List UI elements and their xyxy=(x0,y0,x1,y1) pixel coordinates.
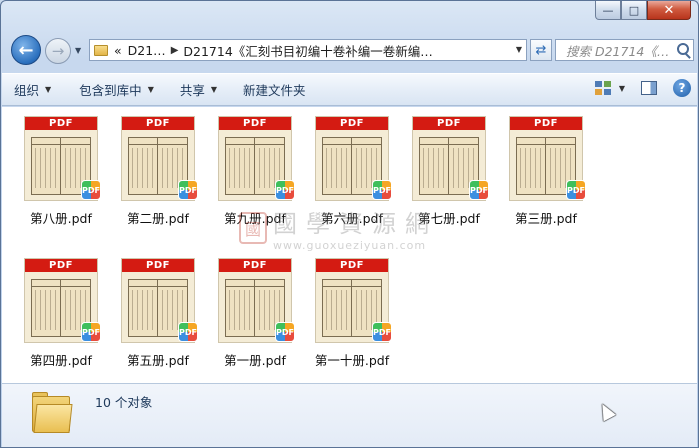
forward-button[interactable]: → xyxy=(45,38,71,64)
search-input[interactable]: 搜索 D21714《… xyxy=(555,39,694,61)
share-label: 共享 xyxy=(179,83,205,98)
file-name: 第三册.pdf xyxy=(515,211,577,226)
pdf-app-icon: PDF xyxy=(178,322,198,342)
file-item[interactable]: PDF PDF 第二册.pdf xyxy=(116,113,200,233)
file-item[interactable]: PDF PDF 第八册.pdf xyxy=(19,113,103,233)
pdf-banner: PDF xyxy=(122,259,194,272)
pdf-banner: PDF xyxy=(122,117,194,130)
pdf-app-icon: PDF xyxy=(81,322,101,342)
file-item[interactable]: PDF PDF 第一十册.pdf xyxy=(310,255,394,375)
pdf-banner: PDF xyxy=(413,117,485,130)
file-item[interactable]: PDF PDF 第六册.pdf xyxy=(310,113,394,233)
file-name: 第七册.pdf xyxy=(418,211,480,226)
chevron-right-icon[interactable]: ▶ xyxy=(171,45,179,56)
watermark-url: www.guoxueziyuan.com xyxy=(273,239,427,252)
item-count: 10 个对象 xyxy=(95,395,153,410)
file-name: 第八册.pdf xyxy=(30,211,92,226)
file-item[interactable]: PDF PDF 第七册.pdf xyxy=(407,113,491,233)
minimize-button[interactable]: — xyxy=(595,1,621,20)
mouse-cursor-icon xyxy=(596,400,616,422)
new-folder-button[interactable]: 新建文件夹 xyxy=(235,78,314,102)
pdf-app-icon: PDF xyxy=(372,322,392,342)
file-list: PDF PDF 第八册.pdf PDF PDF 第二册.pdf PDF PDF … xyxy=(2,107,697,383)
explorer-window: — □ ✕ ← → ▼ « D21… ▶ D21714《汇刻书目初编十卷补编一卷… xyxy=(0,0,699,448)
preview-pane-icon[interactable] xyxy=(641,81,657,95)
file-name: 第二册.pdf xyxy=(127,211,189,226)
include-in-library-menu[interactable]: 包含到库中 ▼ xyxy=(71,78,162,102)
file-name: 第四册.pdf xyxy=(30,353,92,368)
refresh-button[interactable]: ⇄ xyxy=(530,39,552,61)
details-pane: 10 个对象 xyxy=(2,383,697,447)
folder-icon xyxy=(94,44,108,56)
file-name: 第六册.pdf xyxy=(321,211,383,226)
file-item[interactable]: PDF PDF 第九册.pdf xyxy=(213,113,297,233)
close-button[interactable]: ✕ xyxy=(647,1,691,20)
view-options-icon[interactable] xyxy=(594,81,611,95)
file-name: 第九册.pdf xyxy=(224,211,286,226)
pdf-banner: PDF xyxy=(316,117,388,130)
pdf-app-icon: PDF xyxy=(81,180,101,200)
pdf-app-icon: PDF xyxy=(178,180,198,200)
pdf-app-icon: PDF xyxy=(275,322,295,342)
chevron-down-icon: ▼ xyxy=(147,85,154,94)
pdf-banner: PDF xyxy=(25,259,97,272)
pdf-app-icon: PDF xyxy=(275,180,295,200)
recent-pages-dropdown[interactable]: ▼ xyxy=(75,46,81,55)
view-dropdown[interactable]: ▼ xyxy=(619,84,625,93)
file-item[interactable]: PDF PDF 第五册.pdf xyxy=(116,255,200,375)
command-bar: 组织 ▼ 包含到库中 ▼ 共享 ▼ 新建文件夹 ▼ ? xyxy=(2,73,697,106)
navigation-bar: ← → ▼ « D21… ▶ D21714《汇刻书目初编十卷补编一卷新编… ▼ … xyxy=(9,35,694,65)
pdf-app-icon: PDF xyxy=(566,180,586,200)
folder-icon xyxy=(32,390,73,434)
share-menu[interactable]: 共享 ▼ xyxy=(172,78,225,102)
address-dropdown[interactable]: ▼ xyxy=(516,45,522,54)
pdf-app-icon: PDF xyxy=(469,180,489,200)
include-in-library-label: 包含到库中 xyxy=(79,83,142,98)
pdf-banner: PDF xyxy=(510,117,582,130)
file-name: 第五册.pdf xyxy=(127,353,189,368)
organize-menu[interactable]: 组织 ▼ xyxy=(6,78,59,102)
file-name: 第一十册.pdf xyxy=(314,353,390,368)
new-folder-label: 新建文件夹 xyxy=(243,83,306,98)
file-item[interactable]: PDF PDF 第四册.pdf xyxy=(19,255,103,375)
chevron-down-icon: ▼ xyxy=(210,85,218,94)
chevron-down-icon: ▼ xyxy=(45,85,52,94)
pdf-app-icon: PDF xyxy=(372,180,392,200)
search-icon[interactable] xyxy=(677,43,689,55)
pdf-banner: PDF xyxy=(219,117,291,130)
address-bar[interactable]: « D21… ▶ D21714《汇刻书目初编十卷补编一卷新编… ▼ xyxy=(89,39,527,61)
help-icon[interactable]: ? xyxy=(673,79,691,97)
search-placeholder: 搜索 D21714《… xyxy=(566,43,670,59)
pdf-banner: PDF xyxy=(316,259,388,272)
caption-buttons: — □ ✕ xyxy=(595,1,691,20)
address-overflow[interactable]: « xyxy=(114,43,122,58)
breadcrumb-parent[interactable]: D21… xyxy=(128,43,166,58)
maximize-button[interactable]: □ xyxy=(621,1,647,20)
pdf-banner: PDF xyxy=(25,117,97,130)
back-button[interactable]: ← xyxy=(11,35,41,65)
file-item[interactable]: PDF PDF 第一册.pdf xyxy=(213,255,297,375)
refresh-icon: ⇄ xyxy=(535,42,547,58)
toolbar-right: ▼ ? xyxy=(594,79,691,97)
file-name: 第一册.pdf xyxy=(224,353,286,368)
organize-label: 组织 xyxy=(14,83,40,98)
file-item[interactable]: PDF PDF 第三册.pdf xyxy=(504,113,588,233)
breadcrumb-current[interactable]: D21714《汇刻书目初编十卷补编一卷新编… xyxy=(183,41,432,60)
pdf-banner: PDF xyxy=(219,259,291,272)
